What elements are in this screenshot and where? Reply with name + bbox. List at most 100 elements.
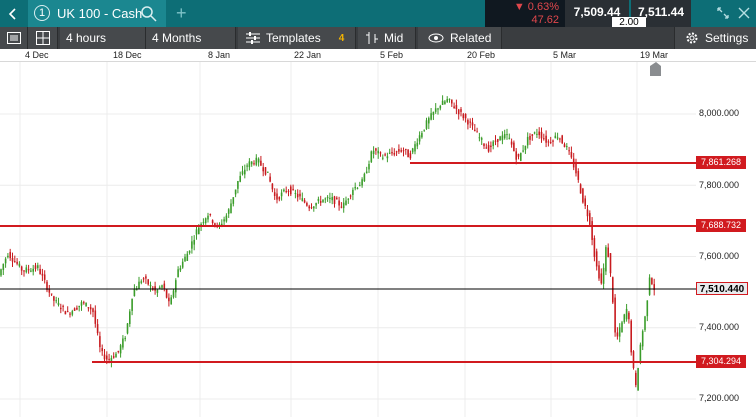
candle-body (612, 277, 614, 303)
candle-body (115, 353, 117, 358)
price-chart[interactable] (0, 62, 696, 417)
candle-body (237, 181, 239, 189)
y-tick-label: 7,600.000 (699, 251, 740, 261)
candle-body (188, 250, 191, 253)
instrument-tab[interactable]: 1 UK 100 - Cash (28, 0, 166, 27)
price-type-button[interactable]: Mid (358, 27, 416, 49)
candle-body (18, 263, 21, 267)
candle-body (637, 368, 639, 391)
candle-body (198, 227, 200, 235)
candle-body (455, 105, 458, 110)
candle-body (605, 247, 607, 272)
candle-body (142, 278, 145, 280)
range-label: 4 Months (152, 31, 202, 45)
candle-body (552, 140, 554, 142)
candle-body (648, 277, 651, 295)
candle-body (579, 184, 582, 194)
candle-body (156, 289, 159, 293)
candle-body (338, 200, 340, 206)
candle-body (96, 324, 99, 334)
candle-body (547, 141, 550, 143)
candle-body (177, 269, 179, 278)
candle-body (204, 218, 207, 223)
candle-body (106, 355, 108, 360)
expand-icon[interactable] (716, 6, 730, 20)
add-tab-icon[interactable]: + (176, 3, 187, 24)
date-label: 18 Dec (113, 50, 142, 60)
level-label-lower: 7,304.294 (696, 355, 746, 368)
instrument-name[interactable]: UK 100 - Cash (57, 6, 142, 21)
candle-body (411, 148, 414, 153)
candle-body (55, 300, 57, 302)
candle-body (4, 258, 7, 264)
date-label: 20 Feb (467, 50, 496, 60)
time-marker[interactable] (650, 62, 661, 76)
sliders-icon (246, 32, 260, 44)
candle-body (223, 219, 225, 222)
candle-body (582, 188, 584, 203)
candle-body (292, 188, 294, 190)
templates-button[interactable]: Templates 4 (238, 27, 356, 49)
candle-body (271, 183, 274, 190)
candle-body (345, 200, 347, 206)
candle-body (260, 160, 262, 166)
settings-button[interactable]: Settings (674, 27, 756, 49)
candle-body (60, 307, 62, 310)
candle-body (62, 305, 64, 307)
candle-body (267, 171, 269, 173)
candle-body (239, 175, 241, 182)
candle-body (202, 222, 205, 224)
candle-body (494, 140, 497, 142)
candle-body (145, 276, 147, 279)
candle-body (301, 198, 304, 201)
settings-label: Settings (705, 31, 749, 45)
candle-body (499, 136, 501, 141)
interval-dropdown[interactable]: 4 hours (60, 27, 146, 49)
candle-body (453, 106, 455, 109)
search-icon[interactable] (140, 4, 158, 22)
horizontal-levels (0, 162, 696, 363)
candle-body (158, 287, 161, 289)
close-icon[interactable] (737, 6, 751, 20)
candle-body (508, 137, 511, 139)
menu-button[interactable] (0, 27, 28, 49)
candle-body (234, 189, 237, 195)
candle-body (651, 278, 653, 285)
chart-toolbar: 4 hours 4 Months Templates 4 Mid Related… (0, 27, 756, 49)
candle-body (434, 108, 437, 112)
candle-body (214, 223, 216, 226)
candle-body (460, 109, 462, 112)
y-tick-label: 7,800.000 (699, 180, 740, 190)
candle-body (356, 187, 359, 189)
candle-body (273, 192, 276, 196)
candle-body (503, 134, 506, 139)
candle-body (296, 193, 299, 198)
candle-body (602, 267, 605, 284)
range-dropdown[interactable]: 4 Months (146, 27, 236, 49)
candle-body (623, 314, 626, 323)
candle-body (462, 114, 465, 119)
layout-button[interactable] (28, 27, 58, 49)
panel-menu-tab[interactable] (0, 0, 28, 27)
candle-body (425, 120, 428, 129)
candle-body (616, 332, 619, 337)
candle-body (73, 308, 76, 311)
candle-body (393, 153, 396, 155)
candle-body (129, 311, 131, 324)
candle-body (112, 356, 115, 358)
candle-body (186, 253, 189, 261)
candle-body (641, 331, 644, 347)
candle-body (333, 196, 336, 204)
candle-body (418, 135, 421, 142)
candle-body (248, 161, 251, 168)
related-button[interactable]: Related (418, 27, 502, 49)
candle-body (303, 200, 306, 203)
candle-body (400, 150, 402, 152)
related-label: Related (450, 31, 492, 45)
candle-body (428, 118, 430, 124)
candle-body (591, 221, 593, 240)
candle-body (225, 215, 228, 222)
candle-body (276, 193, 278, 200)
level-label-upper: 7,861.268 (696, 156, 746, 169)
candle-body (598, 265, 600, 279)
